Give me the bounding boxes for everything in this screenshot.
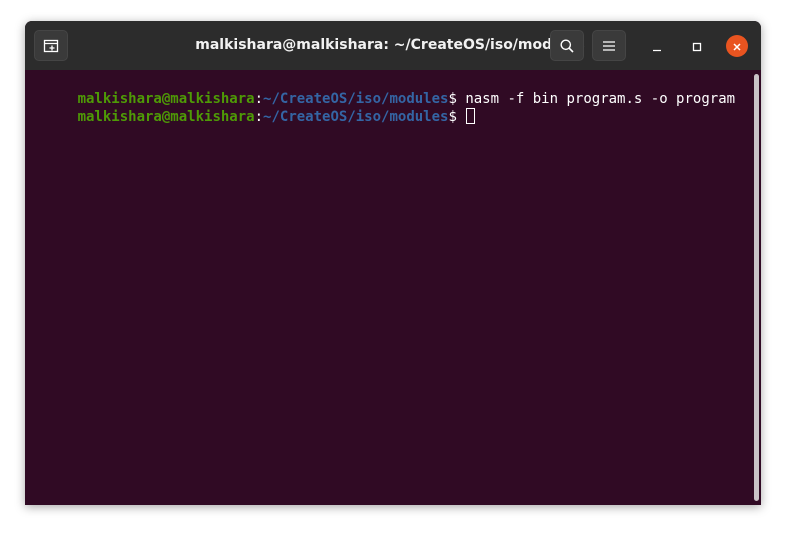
menu-button[interactable] <box>592 30 626 61</box>
prompt-symbol: $ <box>448 109 466 125</box>
maximize-icon <box>692 37 702 56</box>
terminal-window: malkishara@malkishara: ~/CreateOS/iso/mo… <box>25 21 761 505</box>
new-tab-icon <box>43 38 59 54</box>
close-button[interactable] <box>726 35 748 57</box>
window-title: malkishara@malkishara: ~/CreateOS/iso/mo… <box>195 37 585 53</box>
close-icon <box>732 37 742 56</box>
maximize-button[interactable] <box>686 35 708 57</box>
minimize-icon <box>652 37 662 56</box>
title-bar[interactable]: malkishara@malkishara: ~/CreateOS/iso/mo… <box>25 21 761 70</box>
prompt-user-host: malkishara@malkishara <box>77 109 255 125</box>
search-button[interactable] <box>550 30 584 61</box>
vertical-scrollbar[interactable] <box>754 74 759 501</box>
search-icon <box>559 38 575 54</box>
terminal-output[interactable]: malkishara@malkishara:~/CreateOS/iso/mod… <box>25 70 761 505</box>
command-text: nasm -f bin program.s -o program <box>465 91 736 107</box>
minimize-button[interactable] <box>646 35 668 57</box>
prompt-separator: : <box>254 109 264 125</box>
hamburger-menu-icon <box>602 40 616 52</box>
prompt-path: ~/CreateOS/iso/modules <box>263 109 449 125</box>
text-cursor <box>466 108 476 124</box>
new-tab-button[interactable] <box>34 30 68 61</box>
terminal-line: malkishara@malkishara:~/CreateOS/iso/mod… <box>27 90 476 144</box>
